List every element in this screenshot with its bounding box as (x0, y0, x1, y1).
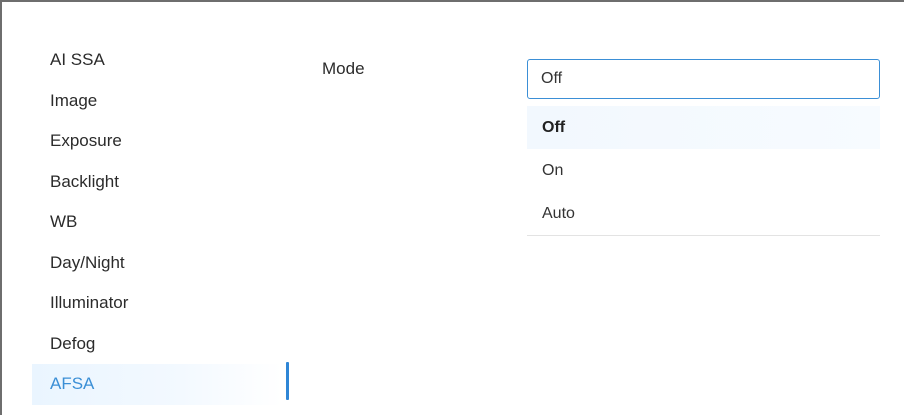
sidebar-item-label: AFSA (50, 374, 95, 393)
settings-panel: AI SSA Image Exposure Backlight WB Day/N… (0, 0, 904, 415)
sidebar-item-label: Defog (50, 333, 96, 353)
sidebar-item-label: WB (50, 212, 78, 231)
active-item-indicator (286, 362, 289, 400)
sidebar-item-day-night[interactable]: Day/Night (32, 243, 282, 284)
mode-select[interactable]: Off (527, 59, 880, 99)
sidebar-item-illuminator[interactable]: Illuminator (32, 283, 282, 324)
mode-dropdown-list: Off On Auto (527, 106, 880, 236)
sidebar-item-label: AI SSA (50, 50, 105, 69)
dropdown-divider (527, 235, 880, 236)
sidebar-item-label: Image (50, 90, 98, 110)
sidebar-item-label: Backlight (50, 171, 119, 191)
sidebar-item-label: Exposure (50, 131, 122, 150)
mode-label: Mode (322, 59, 365, 78)
sidebar-item-defog[interactable]: Defog (32, 324, 282, 365)
mode-option-off[interactable]: Off (527, 106, 880, 149)
sidebar-item-afsa[interactable]: AFSA (32, 364, 282, 405)
sidebar-item-label: Illuminator (50, 293, 129, 312)
sidebar-item-wb[interactable]: WB (32, 202, 282, 243)
sidebar-item-image[interactable]: Image (32, 81, 282, 122)
sidebar-item-label: Day/Night (50, 252, 125, 272)
mode-option-on[interactable]: On (527, 149, 880, 192)
sidebar-item-exposure[interactable]: Exposure (32, 121, 282, 162)
settings-sidebar: AI SSA Image Exposure Backlight WB Day/N… (32, 40, 282, 405)
sidebar-item-backlight[interactable]: Backlight (32, 162, 282, 203)
mode-option-auto[interactable]: Auto (527, 192, 880, 235)
mode-select-value: Off (541, 70, 563, 87)
sidebar-item-ai-ssa[interactable]: AI SSA (32, 40, 282, 81)
